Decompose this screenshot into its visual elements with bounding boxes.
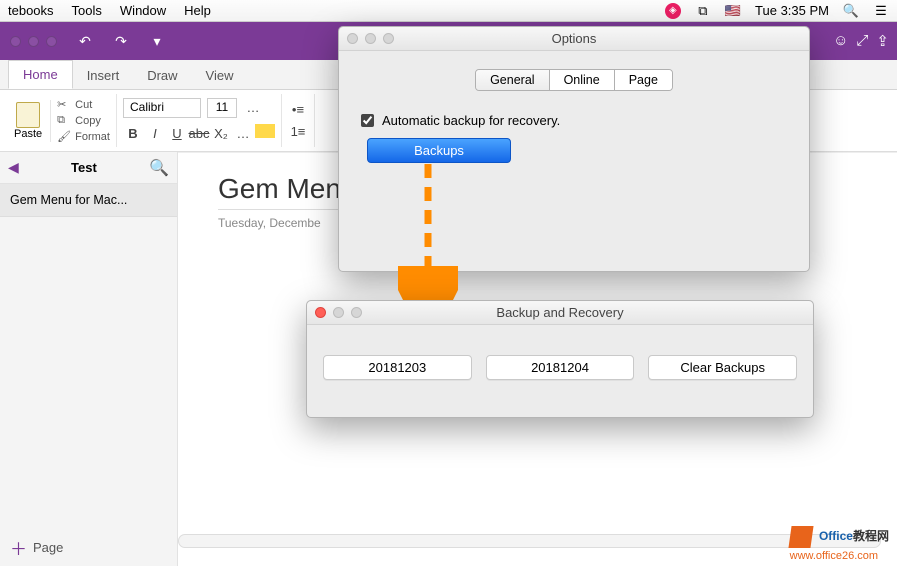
menu-tools[interactable]: Tools (72, 3, 102, 18)
tab-draw[interactable]: Draw (133, 62, 191, 89)
more-format-icon[interactable]: … (233, 124, 253, 144)
section-title: Test (19, 160, 149, 175)
more-font-icon[interactable]: … (243, 98, 263, 118)
window-minimize-icon[interactable] (28, 36, 39, 47)
backups-button[interactable]: Backups (367, 138, 511, 163)
copy-button[interactable]: ⧉Copy (57, 114, 110, 128)
fullscreen-icon[interactable]: ⤢ (856, 32, 868, 50)
watermark-logo-icon (788, 526, 813, 548)
italic-button[interactable]: I (145, 124, 165, 144)
options-dialog-title: Options (339, 31, 809, 46)
menu-notebooks[interactable]: tebooks (8, 3, 54, 18)
undo-button[interactable]: ↶ (71, 29, 99, 53)
brush-icon: 🖌 (57, 130, 71, 144)
options-tab-page[interactable]: Page (615, 70, 672, 90)
feedback-icon[interactable]: ☺ (833, 32, 848, 50)
page-nav-panel: ◀ Test 🔍 Gem Menu for Mac... ＋ Page (0, 152, 178, 566)
scissors-icon: ✂ (57, 98, 71, 112)
plus-icon: ＋ (10, 535, 27, 560)
options-tab-online[interactable]: Online (550, 70, 615, 90)
paste-label: Paste (14, 128, 42, 140)
add-page-button[interactable]: ＋ Page (10, 535, 63, 560)
nav-search-icon[interactable]: 🔍 (149, 158, 169, 178)
watermark: Office教程网 www.office26.com (790, 526, 889, 562)
bullets-button[interactable]: •≡ (288, 100, 308, 120)
paste-button[interactable]: Paste (6, 100, 51, 142)
font-family-select[interactable]: Calibri (123, 98, 201, 118)
copy-icon: ⧉ (57, 114, 71, 128)
auto-backup-checkbox-row[interactable]: Automatic backup for recovery. (361, 113, 787, 128)
backup-recovery-dialog: Backup and Recovery 20181203 20181204 Cl… (306, 300, 814, 418)
tab-view[interactable]: View (192, 62, 248, 89)
share-icon[interactable]: ⇪ (876, 32, 889, 50)
cut-button[interactable]: ✂Cut (57, 98, 110, 112)
auto-backup-checkbox[interactable] (361, 114, 374, 127)
options-tabs: General Online Page (475, 69, 673, 91)
menu-help[interactable]: Help (184, 3, 211, 18)
clipboard-icon (16, 102, 40, 128)
options-tab-general[interactable]: General (476, 70, 549, 90)
redo-button[interactable]: ↷ (107, 29, 135, 53)
displays-icon[interactable]: ⧉ (695, 3, 711, 19)
tab-insert[interactable]: Insert (73, 62, 134, 89)
auto-backup-label: Automatic backup for recovery. (382, 113, 560, 128)
window-close-icon[interactable] (10, 36, 21, 47)
gem-menubar-icon[interactable]: ◈ (665, 3, 681, 19)
mac-menubar: tebooks Tools Window Help ◈ ⧉ 🇺🇸 Tue 3:3… (0, 0, 897, 22)
page-list-item[interactable]: Gem Menu for Mac... (0, 184, 177, 217)
menubar-clock[interactable]: Tue 3:35 PM (755, 3, 829, 18)
spotlight-icon[interactable]: 🔍 (843, 3, 859, 19)
underline-button[interactable]: U (167, 124, 187, 144)
backup-dialog-title: Backup and Recovery (307, 305, 813, 320)
menu-window[interactable]: Window (120, 3, 166, 18)
window-zoom-icon[interactable] (46, 36, 57, 47)
backup-date-button-1[interactable]: 20181203 (323, 355, 472, 380)
notification-center-icon[interactable]: ☰ (873, 3, 889, 19)
strike-button[interactable]: abc (189, 124, 209, 144)
clear-backups-button[interactable]: Clear Backups (648, 355, 797, 380)
qat-customize-icon[interactable]: ▾ (143, 29, 171, 53)
nav-back-icon[interactable]: ◀ (8, 159, 19, 176)
bold-button[interactable]: B (123, 124, 143, 144)
subscript-button[interactable]: X₂ (211, 124, 231, 144)
options-dialog: Options General Online Page Automatic ba… (338, 26, 810, 272)
font-size-select[interactable]: 11 (207, 98, 237, 118)
numbering-button[interactable]: 1≡ (288, 122, 308, 142)
title-underline (218, 209, 358, 210)
input-flag-icon[interactable]: 🇺🇸 (725, 3, 741, 19)
format-painter-button[interactable]: 🖌Format (57, 130, 110, 144)
horizontal-scrollbar[interactable] (178, 534, 881, 548)
highlight-button[interactable] (255, 124, 275, 138)
backup-date-button-2[interactable]: 20181204 (486, 355, 635, 380)
tab-home[interactable]: Home (8, 60, 73, 89)
